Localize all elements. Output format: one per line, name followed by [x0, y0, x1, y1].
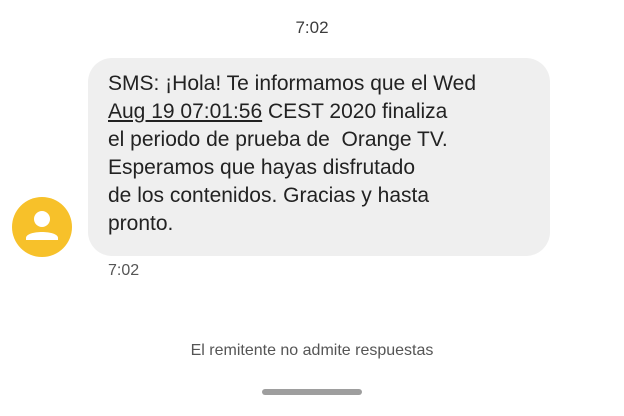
message-bubble[interactable]: SMS: ¡Hola! Te informamos que el Wed Aug… [88, 58, 550, 256]
sms-conversation-screen: 7:02 SMS: ¡Hola! Te informamos que el We… [0, 0, 624, 416]
message-line: Esperamos que hayas disfrutado [108, 156, 416, 179]
conversation-timestamp: 7:02 [295, 18, 329, 37]
message-line: el periodo de prueba de Orange TV. [108, 128, 448, 151]
message-line: de los contenidos. Gracias y hasta [108, 184, 430, 207]
sender-avatar[interactable] [12, 197, 72, 257]
person-icon [26, 211, 58, 240]
no-reply-notice: El remitente no admite respuestas [190, 342, 434, 359]
message-line: SMS: ¡Hola! Te informamos que el Wed [108, 72, 477, 95]
message-line: Aug 19 07:01:56 CEST 2020 finaliza [108, 98, 534, 126]
message-line: pronto. [108, 212, 174, 235]
message-text: CEST 2020 finaliza [262, 100, 448, 123]
navigation-handle[interactable] [262, 389, 362, 395]
message-time: 7:02 [108, 262, 140, 279]
date-link[interactable]: Aug 19 07:01:56 [108, 100, 262, 123]
